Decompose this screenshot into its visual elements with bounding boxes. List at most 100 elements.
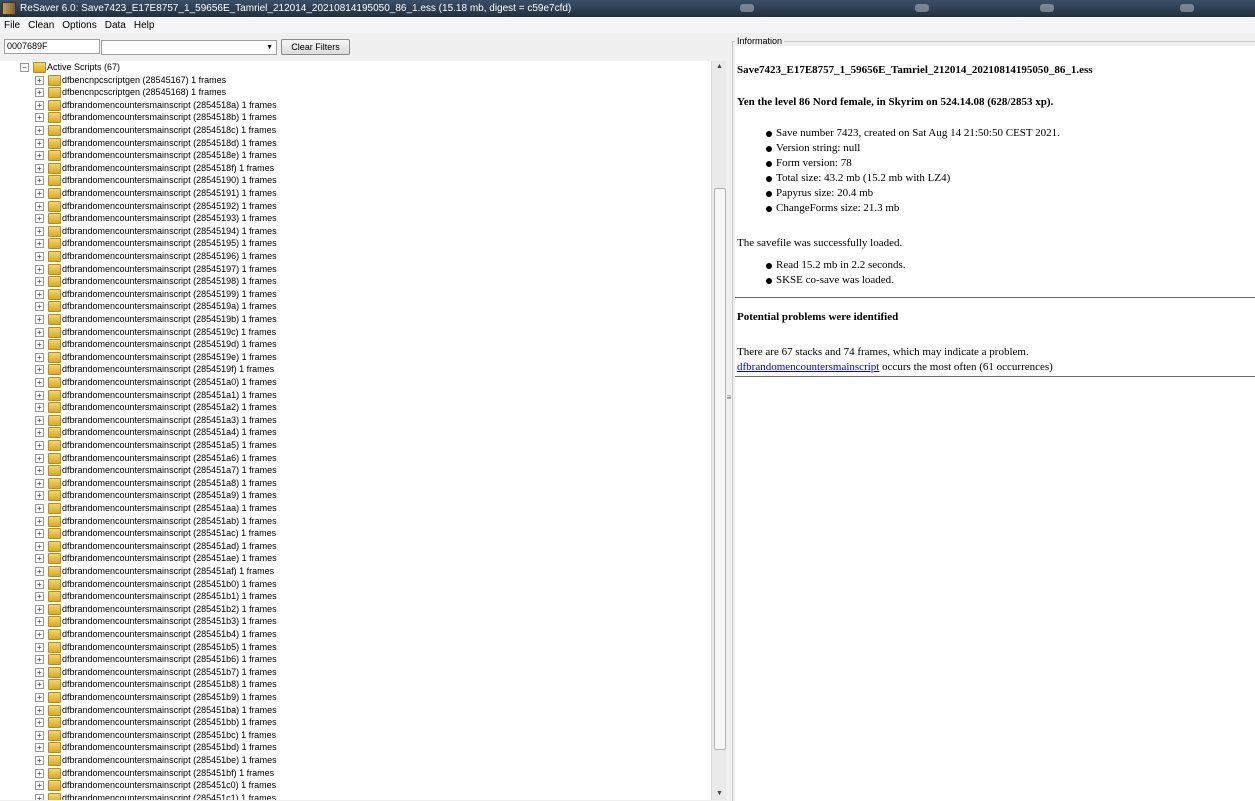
taskbar-thumb-icon bbox=[1180, 4, 1194, 12]
chevron-down-icon[interactable]: ▼ bbox=[266, 44, 273, 52]
folder-icon bbox=[48, 616, 61, 628]
expand-icon[interactable]: + bbox=[35, 176, 44, 186]
expand-icon[interactable]: + bbox=[35, 554, 44, 564]
expand-icon[interactable]: + bbox=[35, 768, 44, 778]
expand-icon[interactable]: + bbox=[35, 126, 44, 135]
expand-icon[interactable]: + bbox=[35, 113, 44, 123]
scroll-down-icon[interactable]: ▼ bbox=[712, 788, 727, 800]
expand-icon[interactable]: + bbox=[35, 504, 44, 513]
expand-icon[interactable]: + bbox=[35, 466, 44, 476]
expand-icon[interactable]: + bbox=[35, 214, 44, 224]
filter-bar: ▼ Clear Filters bbox=[0, 33, 726, 61]
expand-icon[interactable]: + bbox=[35, 730, 44, 740]
collapse-icon[interactable]: − bbox=[20, 63, 29, 72]
problem-script-link[interactable]: dfbrandomencountersmainscript bbox=[737, 361, 879, 373]
menu-data[interactable]: Data bbox=[101, 20, 130, 31]
expand-icon[interactable]: + bbox=[35, 88, 44, 98]
expand-icon[interactable]: + bbox=[35, 403, 44, 413]
tree-item-label: dfbrandomencountersmainscript (285451b1)… bbox=[62, 591, 277, 602]
expand-icon[interactable]: + bbox=[35, 252, 44, 261]
expand-icon[interactable]: + bbox=[35, 667, 44, 677]
tree-item-label: dfbrandomencountersmainscript (285451a3)… bbox=[62, 414, 277, 425]
expand-icon[interactable]: + bbox=[35, 315, 44, 324]
expand-icon[interactable]: + bbox=[35, 781, 44, 791]
folder-icon bbox=[48, 729, 61, 741]
scroll-up-icon[interactable]: ▲ bbox=[712, 61, 727, 73]
info-content: Save7423_E17E8757_1_59656E_Tamriel_21201… bbox=[735, 46, 1255, 801]
expand-icon[interactable]: + bbox=[35, 302, 44, 312]
menu-help[interactable]: Help bbox=[130, 20, 159, 31]
expand-icon[interactable]: + bbox=[35, 277, 44, 287]
folder-icon bbox=[48, 540, 61, 552]
expand-icon[interactable]: + bbox=[35, 743, 44, 753]
folder-icon bbox=[33, 62, 46, 73]
expand-icon[interactable]: + bbox=[35, 352, 44, 362]
expand-icon[interactable]: + bbox=[35, 138, 44, 148]
expand-icon[interactable]: + bbox=[35, 189, 44, 198]
tree-item-label: dfbrandomencountersmainscript (285451a2)… bbox=[62, 402, 277, 413]
expand-icon[interactable]: + bbox=[35, 453, 44, 463]
folder-icon bbox=[48, 162, 61, 174]
expand-icon[interactable]: + bbox=[35, 378, 44, 387]
tree-item-label: dfbrandomencountersmainscript (2854519c)… bbox=[62, 326, 277, 337]
tree-root-label: Active Scripts (67) bbox=[47, 62, 121, 72]
tree-item-label: dfbrandomencountersmainscript (28545195)… bbox=[62, 238, 277, 249]
folder-icon bbox=[48, 351, 61, 363]
tree-item-label: dfbrandomencountersmainscript (28545196)… bbox=[62, 251, 277, 261]
tree-item-label: dfbrandomencountersmainscript (285451b6)… bbox=[62, 654, 277, 665]
expand-icon[interactable]: + bbox=[35, 226, 44, 236]
expand-icon[interactable]: + bbox=[35, 163, 44, 173]
tree-item-label: dfbrandomencountersmainscript (285451b3)… bbox=[62, 616, 277, 627]
tree-item-label: dfbrandomencountersmainscript (2854519e)… bbox=[62, 351, 277, 362]
expand-icon[interactable]: + bbox=[35, 793, 44, 800]
expand-icon[interactable]: + bbox=[35, 390, 44, 400]
expand-icon[interactable]: + bbox=[35, 289, 44, 299]
expand-icon[interactable]: + bbox=[35, 327, 44, 337]
expand-icon[interactable]: + bbox=[35, 617, 44, 627]
expand-icon[interactable]: + bbox=[35, 718, 44, 728]
tree-item-label: dfbrandomencountersmainscript (285451b9)… bbox=[62, 692, 277, 702]
scrollbar-thumb[interactable] bbox=[714, 188, 726, 750]
folder-icon bbox=[48, 654, 61, 666]
clear-filters-button[interactable]: Clear Filters bbox=[281, 39, 350, 55]
expand-icon[interactable]: + bbox=[35, 642, 44, 652]
menu-clean[interactable]: Clean bbox=[24, 20, 58, 31]
expand-icon[interactable]: + bbox=[35, 201, 44, 211]
expand-icon[interactable]: + bbox=[35, 428, 44, 438]
expand-icon[interactable]: + bbox=[35, 604, 44, 614]
expand-icon[interactable]: + bbox=[35, 680, 44, 690]
expand-icon[interactable]: + bbox=[35, 100, 44, 110]
expand-icon[interactable]: + bbox=[35, 75, 44, 85]
expand-icon[interactable]: + bbox=[35, 630, 44, 639]
expand-icon[interactable]: + bbox=[35, 365, 44, 375]
expand-icon[interactable]: + bbox=[35, 592, 44, 602]
expand-icon[interactable]: + bbox=[35, 239, 44, 249]
expand-icon[interactable]: + bbox=[35, 478, 44, 488]
expand-icon[interactable]: + bbox=[35, 579, 44, 589]
menu-options[interactable]: Options bbox=[58, 20, 100, 31]
expand-icon[interactable]: + bbox=[35, 693, 44, 702]
expand-icon[interactable]: + bbox=[35, 541, 44, 551]
expand-icon[interactable]: + bbox=[35, 151, 44, 161]
expand-icon[interactable]: + bbox=[35, 441, 44, 450]
expand-icon[interactable]: + bbox=[35, 340, 44, 350]
expand-icon[interactable]: + bbox=[35, 756, 44, 765]
script-tree[interactable]: − Active Scripts (67) + dfbencnpcscriptge… bbox=[0, 61, 711, 800]
folder-icon bbox=[48, 238, 61, 250]
expand-icon[interactable]: + bbox=[35, 491, 44, 501]
expand-icon[interactable]: + bbox=[35, 705, 44, 715]
tree-item-label: dfbrandomencountersmainscript (28545192)… bbox=[62, 200, 277, 211]
detail-item: Save number 7423, created on Sat Aug 14 … bbox=[766, 127, 1060, 139]
tree-scrollbar[interactable]: ▲ ▼ bbox=[711, 61, 727, 800]
tree-item-label: dfbrandomencountersmainscript (285451a4)… bbox=[62, 427, 277, 438]
expand-icon[interactable]: + bbox=[35, 264, 44, 274]
filter-dropdown[interactable]: ▼ bbox=[101, 40, 277, 55]
expand-icon[interactable]: + bbox=[35, 567, 44, 576]
expand-icon[interactable]: + bbox=[35, 516, 44, 526]
menu-file[interactable]: File bbox=[0, 20, 24, 31]
expand-icon[interactable]: + bbox=[35, 655, 44, 665]
folder-icon bbox=[48, 251, 61, 262]
filter-input[interactable] bbox=[4, 39, 100, 54]
expand-icon[interactable]: + bbox=[35, 529, 44, 539]
expand-icon[interactable]: + bbox=[35, 415, 44, 425]
